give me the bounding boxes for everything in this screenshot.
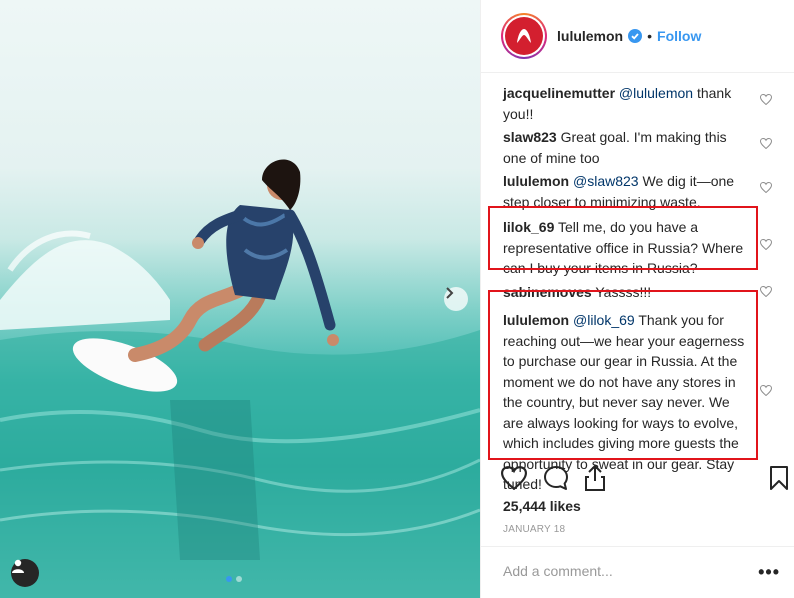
like-heart-icon[interactable] xyxy=(501,466,527,490)
comment-username[interactable]: lululemon xyxy=(503,173,569,189)
avatar[interactable] xyxy=(501,13,547,59)
user-icon xyxy=(12,559,24,573)
post-side-panel: lululemon • Follow jacquelinemutter @lul… xyxy=(480,0,794,598)
highlight-box-reply xyxy=(488,290,758,460)
carousel-dot xyxy=(236,576,242,582)
comment-item: slaw823 Great goal. I'm making this one … xyxy=(503,127,772,169)
post-action-bar xyxy=(481,464,794,494)
post-header: lululemon • Follow xyxy=(481,0,794,73)
carousel-indicator xyxy=(226,576,242,582)
post-date: JANUARY 18 xyxy=(503,524,566,535)
like-comment-heart-icon[interactable] xyxy=(760,182,772,193)
like-comment-heart-icon[interactable] xyxy=(760,94,772,105)
lululemon-logo-icon xyxy=(517,29,531,43)
like-count[interactable]: 25,444 likes xyxy=(503,498,581,514)
comment-item: jacquelinemutter @lululemon thank you!! xyxy=(503,83,772,125)
bookmark-icon[interactable] xyxy=(769,465,789,491)
more-options-button[interactable]: ••• xyxy=(758,562,780,583)
chevron-right-icon xyxy=(446,287,454,299)
post-photo xyxy=(0,0,480,598)
highlight-box-question xyxy=(488,206,758,270)
surfer-illustration xyxy=(0,159,480,598)
add-comment-input[interactable]: Add a comment... xyxy=(503,563,613,579)
carousel-dot-active xyxy=(226,576,232,582)
like-comment-heart-icon[interactable] xyxy=(760,138,772,149)
comment-bubble-icon[interactable] xyxy=(543,465,569,491)
comment-username[interactable]: jacquelinemutter xyxy=(503,85,615,101)
tagged-users-button[interactable] xyxy=(11,559,39,587)
like-comment-heart-icon[interactable] xyxy=(760,385,772,396)
verified-badge-icon xyxy=(628,29,643,43)
next-photo-button[interactable] xyxy=(444,287,468,311)
comment-username[interactable]: slaw823 xyxy=(503,129,557,145)
follow-button[interactable]: Follow xyxy=(657,28,701,44)
header-separator: • xyxy=(647,28,653,44)
share-icon[interactable] xyxy=(583,464,607,492)
like-comment-heart-icon[interactable] xyxy=(760,239,772,250)
comment-mention[interactable]: @slaw823 xyxy=(573,173,639,189)
comment-divider xyxy=(481,546,794,547)
post-username[interactable]: lululemon xyxy=(557,28,623,44)
comment-mention[interactable]: @lululemon xyxy=(619,85,693,101)
like-comment-heart-icon[interactable] xyxy=(760,286,772,297)
